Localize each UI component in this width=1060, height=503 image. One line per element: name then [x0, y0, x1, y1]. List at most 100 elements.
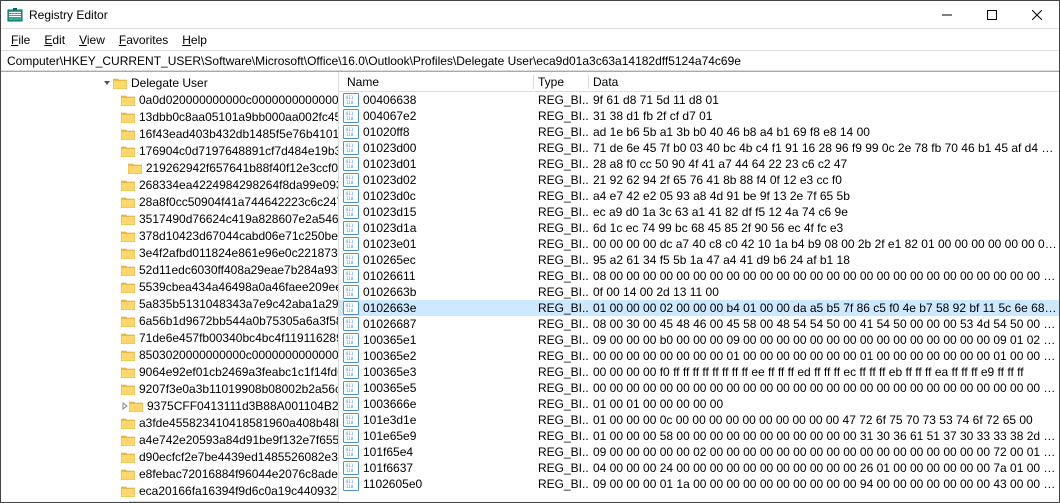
value-name: 101e3d1e: [363, 413, 416, 427]
binary-value-icon: 011110: [343, 157, 359, 171]
tree-item[interactable]: 378d10423d67044cabd06e71c250bef3: [1, 227, 338, 244]
tree-label: 378d10423d67044cabd06e71c250bef3: [139, 229, 339, 243]
value-row[interactable]: 0111101102605e0REG_BI...09 00 00 00 01 1…: [339, 476, 1059, 492]
expander-closed-icon[interactable]: [121, 402, 129, 410]
tree-label: 9375CFF0413111d3B88A001104B2A6676: [147, 399, 339, 413]
value-row[interactable]: 01111001023d02REG_BI...21 92 62 94 2f 65…: [339, 172, 1059, 188]
tree-label: eca20166fa16394f9d6c0a19c4409323: [139, 484, 339, 498]
value-data: 71 de 6e 45 7f b0 03 40 bc 4b c4 f1 91 1…: [589, 141, 1059, 155]
tree-item[interactable]: 16f43ead403b432db1485f5e76b4101d: [1, 125, 338, 142]
value-name: 01023d00: [363, 141, 416, 155]
tree-item[interactable]: 71de6e457fb00340bc4bc4f1191162896: [1, 329, 338, 346]
tree-label: Delegate User: [131, 76, 208, 90]
tree-item[interactable]: eca20166fa16394f9d6c0a19c4409323: [1, 482, 338, 499]
value-row[interactable]: 011110101f65e4REG_BI...09 00 00 00 00 00…: [339, 444, 1059, 460]
svg-text:110: 110: [346, 244, 354, 249]
value-row[interactable]: 01111001023d1aREG_BI...6d 1c ec 74 99 bc…: [339, 220, 1059, 236]
value-data: ad 1e b6 5b a1 3b b0 40 46 b8 a4 b1 69 f…: [589, 125, 1059, 139]
menu-file[interactable]: File: [5, 32, 36, 48]
menu-help[interactable]: Help: [176, 32, 213, 48]
value-row[interactable]: 0111101003666eREG_BI...01 00 01 00 00 00…: [339, 396, 1059, 412]
menu-favorites[interactable]: Favorites: [113, 32, 174, 48]
tree-item[interactable]: 13dbb0c8aa05101a9bb000aa002fc45a: [1, 108, 338, 125]
tree-item[interactable]: 9375CFF0413111d3B88A001104B2A6676: [1, 397, 338, 414]
value-row[interactable]: 011110101e3d1eREG_BI...01 00 00 00 0c 00…: [339, 412, 1059, 428]
tree-item[interactable]: 6a56b1d9672bb544a0b75305a6a3f58d: [1, 312, 338, 329]
value-row[interactable]: 011110101f6637REG_BI...04 00 00 00 24 00…: [339, 460, 1059, 476]
tree-item[interactable]: 9064e92ef01cb2469a3feabc1c1f14fd6: [1, 363, 338, 380]
tree-item[interactable]: 3517490d76624c419a828607e2a54641: [1, 210, 338, 227]
value-data: 01 00 01 00 00 00 00 00: [589, 397, 1059, 411]
close-button[interactable]: [1014, 1, 1059, 28]
tree-item[interactable]: 9207f3e0a3b11019908b08002b2a56c2: [1, 380, 338, 397]
tree-item[interactable]: 52d11edc6030ff408a29eae7b284a93f: [1, 261, 338, 278]
value-row[interactable]: 011110100365e2REG_BI...00 00 00 00 00 00…: [339, 348, 1059, 364]
value-name: 01026611: [363, 269, 416, 283]
tree-label: a3fde455823410418581960a408b48b6: [139, 416, 339, 430]
tree-label: 6a56b1d9672bb544a0b75305a6a3f58d: [139, 314, 339, 328]
value-row[interactable]: 0111100102663bREG_BI...0f 00 14 00 2d 13…: [339, 284, 1059, 300]
value-row[interactable]: 011110100365e1REG_BI...09 00 00 00 b0 00…: [339, 332, 1059, 348]
registry-values-pane[interactable]: Name Type Data 01111000406638REG_BI...9f…: [339, 72, 1059, 502]
tree-item[interactable]: 5a835b5131048343a7e9c42aba1a2940: [1, 295, 338, 312]
tree-item[interactable]: a4e742e20593a84d91be9f132e7f655b: [1, 431, 338, 448]
tree-item[interactable]: d90ecfcf2e7be4439ed1485526082e3f: [1, 448, 338, 465]
svg-text:110: 110: [346, 132, 354, 137]
value-row[interactable]: 011110100365e5REG_BI...00 00 00 00 00 00…: [339, 380, 1059, 396]
folder-icon: [121, 247, 135, 259]
tree-item[interactable]: 0a0d020000000000c0000000000000046: [1, 91, 338, 108]
value-row[interactable]: 01111001026611REG_BI...08 00 00 00 00 00…: [339, 268, 1059, 284]
value-name: 100365e2: [363, 349, 416, 363]
tree-item[interactable]: 3e4f2afbd011824e861e96e0c2218738: [1, 244, 338, 261]
expander-open-icon[interactable]: [101, 79, 113, 87]
address-bar[interactable]: Computer\HKEY_CURRENT_USER\Software\Micr…: [1, 51, 1059, 71]
tree-item[interactable]: 219262942f657641b88f40f12e3ccf0: [1, 159, 338, 176]
value-data: 09 00 00 00 00 00 02 00 00 00 00 00 00 0…: [589, 445, 1059, 459]
value-data: 0f 00 14 00 2d 13 11 00: [589, 285, 1059, 299]
binary-value-icon: 011110: [343, 141, 359, 155]
value-row[interactable]: 011110101e65e9REG_BI...01 00 00 00 58 00…: [339, 428, 1059, 444]
tree-label: 8503020000000000c0000000000000046: [139, 348, 339, 362]
value-row[interactable]: 011110010265ecREG_BI...95 a2 61 34 f5 5b…: [339, 252, 1059, 268]
tree-label: 9064e92ef01cb2469a3feabc1c1f14fd6: [139, 365, 339, 379]
tree-item[interactable]: 268334ea4224984298264f8da99e0934e: [1, 176, 338, 193]
tree-item[interactable]: 5539cbea434a46498a0a46faee209eef: [1, 278, 338, 295]
value-row[interactable]: 01111001023e01REG_BI...00 00 00 00 dc a7…: [339, 236, 1059, 252]
tree-pane[interactable]: Delegate User0a0d020000000000c0000000000…: [1, 72, 339, 502]
value-data: ec a9 d0 1a 3c 63 a1 41 82 df f5 12 4a 7…: [589, 205, 1059, 219]
value-row[interactable]: 01111001023d15REG_BI...ec a9 d0 1a 3c 63…: [339, 204, 1059, 220]
tree-item[interactable]: 176904c0d7197648891cf7d484e19b33: [1, 142, 338, 159]
tree-item[interactable]: 28a8f0cc50904f41a744642223c6c247: [1, 193, 338, 210]
value-row[interactable]: 0111100102663eREG_BI...01 00 00 00 02 00…: [339, 300, 1059, 316]
value-row[interactable]: 01111001026687REG_BI...08 00 30 00 45 48…: [339, 316, 1059, 332]
value-type: REG_BI...: [534, 445, 589, 459]
value-row[interactable]: 01111000406638REG_BI...9f 61 d8 71 5d 11…: [339, 92, 1059, 108]
menu-view[interactable]: View: [73, 32, 111, 48]
value-data: 31 38 d1 fb 2f cf d7 01: [589, 109, 1059, 123]
menu-edit[interactable]: Edit: [38, 32, 71, 48]
value-type: REG_BI...: [534, 429, 589, 443]
tree-item[interactable]: Delegate User: [1, 74, 338, 91]
minimize-button[interactable]: [924, 1, 969, 28]
tree-label: 176904c0d7197648891cf7d484e19b33: [139, 144, 339, 158]
tree-item[interactable]: eca9d01a3c63a14182dff5124a74c69e: [1, 499, 338, 502]
window-title: Registry Editor: [29, 8, 924, 22]
value-row[interactable]: 01111001020ff8REG_BI...ad 1e b6 5b a1 3b…: [339, 124, 1059, 140]
value-row[interactable]: 01111001023d01REG_BI...28 a8 f0 cc 50 90…: [339, 156, 1059, 172]
column-header-name[interactable]: Name: [339, 75, 534, 89]
value-row[interactable]: 011110100365e3REG_BI...00 00 00 00 f0 ff…: [339, 364, 1059, 380]
value-row[interactable]: 01111001023d00REG_BI...71 de 6e 45 7f b0…: [339, 140, 1059, 156]
column-header-type[interactable]: Type: [534, 75, 589, 89]
tree-item[interactable]: a3fde455823410418581960a408b48b6: [1, 414, 338, 431]
folder-icon: [121, 230, 135, 242]
value-row[interactable]: 01111001023d0cREG_BI...a4 e7 42 e2 05 93…: [339, 188, 1059, 204]
tree-item[interactable]: 8503020000000000c0000000000000046: [1, 346, 338, 363]
tree-item[interactable]: e8febac72016884f96044e2076c8adef: [1, 465, 338, 482]
menubar: FileEditViewFavoritesHelp: [1, 29, 1059, 51]
binary-value-icon: 011110: [343, 349, 359, 363]
value-name: 100365e1: [363, 333, 416, 347]
value-row[interactable]: 011110004067e2REG_BI...31 38 d1 fb 2f cf…: [339, 108, 1059, 124]
value-type: REG_BI...: [534, 157, 589, 171]
column-header-data[interactable]: Data: [589, 75, 1059, 89]
maximize-button[interactable]: [969, 1, 1014, 28]
